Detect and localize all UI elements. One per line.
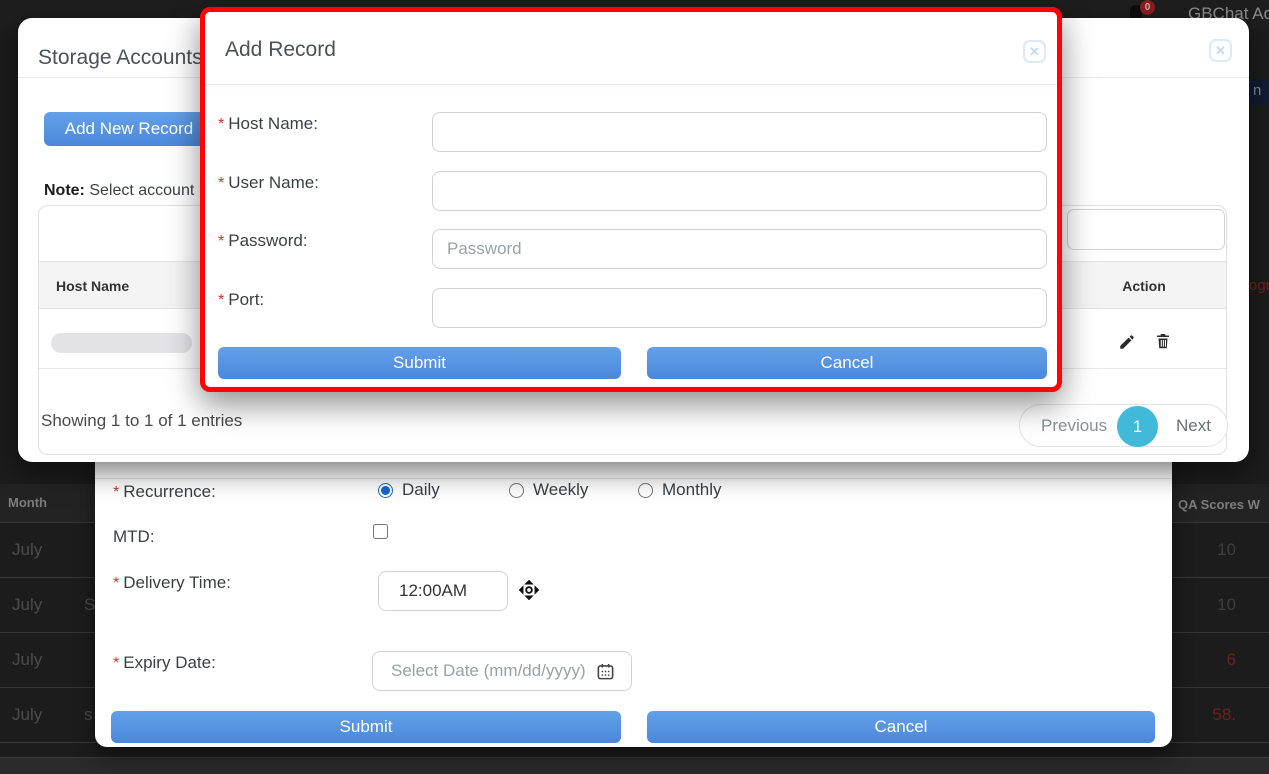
divider <box>205 84 1057 85</box>
month-cell: July <box>12 705 42 725</box>
mtd-label: MTD: <box>113 527 155 547</box>
expiry-date-label: *Expiry Date: <box>113 653 216 673</box>
qa-cell: 10 <box>1217 540 1236 560</box>
time-picker-crosshair-icon[interactable] <box>516 577 542 603</box>
daily-radio[interactable] <box>378 483 393 498</box>
required-marker: * <box>218 116 224 133</box>
required-marker: * <box>113 655 119 672</box>
redacted-host-name <box>51 333 192 353</box>
qa-cell: 10 <box>1217 595 1236 615</box>
mtd-checkbox[interactable] <box>373 524 388 539</box>
pagination-page-1[interactable]: 1 <box>1117 406 1158 447</box>
column-header-action: Action <box>1101 278 1187 294</box>
schedule-report-form: *Recurrence: Daily Weekly Monthly MTD: *… <box>95 450 1172 747</box>
add-record-cancel-button[interactable]: Cancel <box>647 347 1047 379</box>
month-cell: July <box>12 540 42 560</box>
weekly-radio-label: Weekly <box>533 480 588 500</box>
required-marker: * <box>218 292 224 309</box>
schedule-cancel-button[interactable]: Cancel <box>647 711 1155 743</box>
edit-pencil-icon[interactable] <box>1118 333 1136 351</box>
showing-entries-text: Showing 1 to 1 of 1 entries <box>41 411 242 431</box>
close-icon[interactable] <box>1209 39 1232 62</box>
weekly-radio[interactable] <box>509 483 524 498</box>
expiry-date-input[interactable] <box>372 651 632 691</box>
pagination: Previous 1 Next <box>1019 404 1228 447</box>
month-cell: July <box>12 650 42 670</box>
password-label: *Password: <box>218 231 308 251</box>
qa-cell-alert: 58. <box>1212 705 1236 725</box>
recurrence-option-monthly[interactable]: Monthly <box>638 480 722 500</box>
column-header-qa-scores: QA Scores W <box>1178 497 1260 512</box>
nav-fragment-text: n <box>1253 82 1261 99</box>
monthly-radio[interactable] <box>638 483 653 498</box>
daily-radio-label: Daily <box>402 480 440 500</box>
notification-badge: 0 <box>1140 0 1155 15</box>
text-fragment: S <box>84 595 95 615</box>
port-input[interactable] <box>432 288 1047 328</box>
add-new-record-button[interactable]: Add New Record <box>44 112 214 146</box>
close-icon[interactable] <box>1023 40 1046 63</box>
required-marker: * <box>218 175 224 192</box>
recurrence-label: *Recurrence: <box>113 482 216 502</box>
modal-title: Add Record <box>225 38 336 62</box>
pagination-next[interactable]: Next <box>1176 416 1211 436</box>
delete-trash-icon[interactable] <box>1154 332 1172 351</box>
add-record-submit-button[interactable]: Submit <box>218 347 621 379</box>
add-record-modal: Add Record *Host Name: *User Name: *Pass… <box>200 7 1062 392</box>
background-nav-fragment: n <box>1250 79 1269 105</box>
modal-title: Storage Accounts <box>38 46 203 70</box>
recurrence-option-weekly[interactable]: Weekly <box>509 480 588 500</box>
qa-cell-alert: 6 <box>1227 650 1236 670</box>
host-name-input[interactable] <box>432 112 1047 152</box>
screen: 0 GBChat Ad Month QA Scores W July 10 Ju… <box>0 0 1269 774</box>
note-label: Note: <box>44 182 85 199</box>
delivery-time-input[interactable] <box>378 571 508 611</box>
column-header-month: Month <box>8 495 47 510</box>
delivery-time-label: *Delivery Time: <box>113 573 231 593</box>
background-bottom-strip <box>0 757 1269 774</box>
port-label: *Port: <box>218 290 264 310</box>
table-search-input[interactable] <box>1067 209 1225 250</box>
recurrence-option-daily[interactable]: Daily <box>378 480 440 500</box>
required-marker: * <box>218 233 224 250</box>
text-fragment: s <box>84 705 93 725</box>
schedule-submit-button[interactable]: Submit <box>111 711 621 743</box>
pagination-previous[interactable]: Previous <box>1041 416 1107 436</box>
divider <box>95 478 1172 479</box>
required-marker: * <box>113 575 119 592</box>
note-text: Note: Select account <box>44 182 194 200</box>
monthly-radio-label: Monthly <box>662 480 722 500</box>
month-cell: July <box>12 595 42 615</box>
required-marker: * <box>113 484 119 501</box>
column-header-host-name: Host Name <box>56 278 129 294</box>
user-name-input[interactable] <box>432 171 1047 211</box>
background-red-fragment: ogr <box>1249 277 1269 294</box>
user-name-label: *User Name: <box>218 173 319 193</box>
host-name-label: *Host Name: <box>218 114 318 134</box>
password-input[interactable] <box>432 229 1047 269</box>
